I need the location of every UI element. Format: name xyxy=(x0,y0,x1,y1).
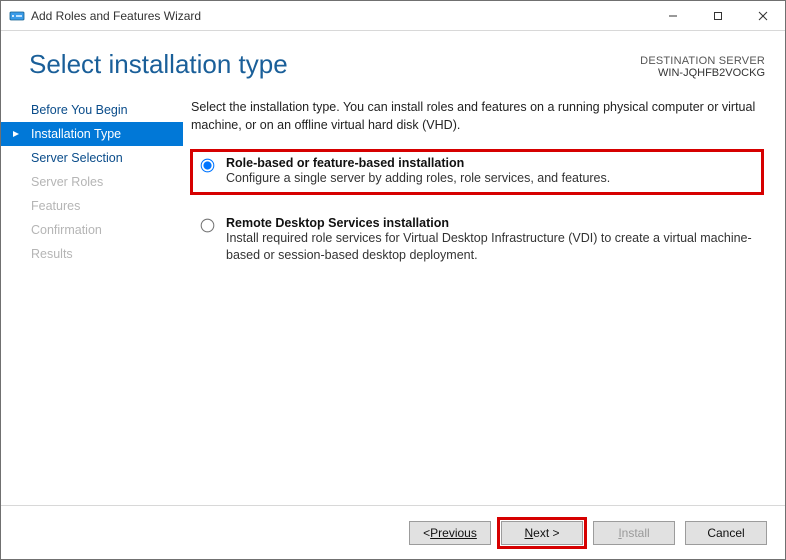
installation-type-group: Role-based or feature-based installation… xyxy=(191,150,763,271)
wizard-footer: < Previous Next > Install Cancel xyxy=(1,505,785,559)
minimize-button[interactable] xyxy=(650,1,695,30)
radio-option-role-based[interactable]: Role-based or feature-based installation… xyxy=(191,150,763,194)
destination-label: DESTINATION SERVER xyxy=(640,55,765,67)
radio-role-based[interactable] xyxy=(201,159,215,173)
next-button[interactable]: Next > xyxy=(501,521,583,545)
body: Before You Begin Installation Type Serve… xyxy=(1,84,785,505)
close-button[interactable] xyxy=(740,1,785,30)
radio-option-rds[interactable]: Remote Desktop Services installation Ins… xyxy=(191,210,763,271)
intro-text: Select the installation type. You can in… xyxy=(191,98,763,134)
window-controls xyxy=(650,1,785,30)
sidebar-item-confirmation: Confirmation xyxy=(1,218,183,242)
cancel-button[interactable]: Cancel xyxy=(685,521,767,545)
window-title: Add Roles and Features Wizard xyxy=(31,9,201,23)
maximize-button[interactable] xyxy=(695,1,740,30)
header: Select installation type DESTINATION SER… xyxy=(1,31,785,84)
sidebar-item-server-selection[interactable]: Server Selection xyxy=(1,146,183,170)
sidebar-item-results: Results xyxy=(1,242,183,266)
wizard-sidebar: Before You Begin Installation Type Serve… xyxy=(1,84,183,497)
sidebar-item-features: Features xyxy=(1,194,183,218)
option-desc: Install required role services for Virtu… xyxy=(226,230,755,265)
content-pane: Select the installation type. You can in… xyxy=(183,84,785,497)
server-manager-icon xyxy=(9,8,25,24)
page-title: Select installation type xyxy=(29,49,640,80)
destination-block: DESTINATION SERVER WIN-JQHFB2VOCKG xyxy=(640,49,765,79)
option-title: Role-based or feature-based installation xyxy=(226,156,755,170)
option-desc: Configure a single server by adding role… xyxy=(226,170,755,188)
install-button: Install xyxy=(593,521,675,545)
sidebar-item-server-roles: Server Roles xyxy=(1,170,183,194)
destination-server-name: WIN-JQHFB2VOCKG xyxy=(640,67,765,79)
sidebar-item-before-you-begin[interactable]: Before You Begin xyxy=(1,98,183,122)
titlebar: Add Roles and Features Wizard xyxy=(1,1,785,31)
sidebar-item-installation-type[interactable]: Installation Type xyxy=(1,122,183,146)
previous-button[interactable]: < Previous xyxy=(409,521,491,545)
option-title: Remote Desktop Services installation xyxy=(226,216,755,230)
radio-rds[interactable] xyxy=(201,218,215,232)
